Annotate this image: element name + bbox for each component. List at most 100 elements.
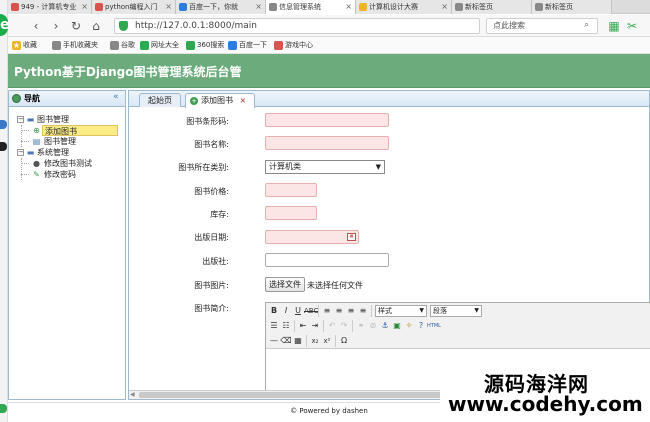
tab-favicon-icon: [455, 3, 463, 11]
tree-node-manage-books[interactable]: ▤ 图书管理: [9, 136, 125, 147]
price-input[interactable]: [265, 183, 317, 197]
browser-tab[interactable]: 计算机设计大赛 ×: [356, 0, 452, 14]
undo-icon[interactable]: ↶: [326, 320, 338, 332]
tree-node-system-management[interactable]: − ▬ 系统管理: [9, 147, 125, 158]
tree-node-edit-book-test[interactable]: ● 修改图书测试: [9, 158, 125, 169]
browser-tab[interactable]: 新标签页: [532, 0, 612, 14]
rail-app-icon[interactable]: [0, 120, 7, 129]
browser-search-box[interactable]: 点此搜索 ⌕: [486, 18, 598, 34]
reload-icon[interactable]: ↻: [68, 18, 84, 34]
bookmark-label: 手机收藏夹: [63, 41, 98, 49]
underline-icon[interactable]: U: [292, 305, 304, 317]
superscript-icon[interactable]: x²: [321, 335, 333, 347]
tree-node-add-book[interactable]: ⊕ 添加图书: [9, 125, 125, 136]
browser-tab-active[interactable]: 信息管理系统 ×: [266, 0, 356, 14]
browser-tab[interactable]: python编程入门 ×: [92, 0, 176, 14]
tab-close-icon[interactable]: ×: [441, 0, 448, 14]
browser-nav-bar: ‹ › ↻ ⌂ http://127.0.0.1:8000/main 点此搜索 …: [8, 15, 650, 37]
tab-close-icon[interactable]: ×: [81, 0, 88, 14]
tab-favicon-icon: [179, 3, 187, 11]
strikethrough-icon[interactable]: ABC: [304, 305, 318, 317]
add-icon: +: [190, 97, 198, 105]
rail-app-icon[interactable]: [0, 142, 7, 151]
scissors-icon[interactable]: ✂: [624, 18, 640, 34]
tab-add-book[interactable]: + 添加图书 ×: [185, 93, 256, 108]
bookmark-item[interactable]: 手机收藏夹: [52, 37, 98, 54]
tree-node-book-management[interactable]: − ▬ 图书管理: [9, 114, 125, 125]
grid-apps-icon[interactable]: ▦: [606, 18, 622, 34]
cleanup-icon[interactable]: ✧: [403, 320, 415, 332]
paragraph-select[interactable]: 段落 ▼: [430, 305, 482, 317]
numbered-list-icon[interactable]: ☷: [280, 320, 292, 332]
calendar-icon[interactable]: ▦: [347, 233, 356, 241]
tab-close-icon[interactable]: ×: [240, 96, 247, 105]
chevron-down-icon: ▼: [474, 307, 479, 314]
italic-icon[interactable]: I: [280, 305, 292, 317]
help-icon[interactable]: ?: [415, 320, 427, 332]
style-select[interactable]: 样式 ▼: [375, 305, 427, 317]
html-source-icon[interactable]: HTML: [427, 320, 441, 332]
unlink-icon[interactable]: ⊘: [367, 320, 379, 332]
search-placeholder: 点此搜索: [493, 21, 525, 30]
rail-app-icon[interactable]: [0, 404, 7, 413]
tree-node-label: 添加图书: [42, 125, 118, 136]
book-name-input[interactable]: [265, 136, 389, 150]
tree-node-label: 图书管理: [37, 115, 69, 124]
align-center-icon[interactable]: ≡: [333, 305, 345, 317]
redo-icon[interactable]: ↷: [338, 320, 350, 332]
pubdate-input[interactable]: ▦: [265, 230, 359, 244]
tab-close-icon[interactable]: ×: [345, 0, 352, 14]
search-icon[interactable]: ⌕: [584, 20, 589, 30]
subscript-icon[interactable]: x₂: [309, 335, 321, 347]
special-char-icon[interactable]: Ω: [338, 335, 350, 347]
tree-toggle-icon[interactable]: −: [17, 149, 24, 156]
tree-toggle-icon[interactable]: −: [17, 116, 24, 123]
align-justify-icon[interactable]: ≡: [357, 305, 369, 317]
bullet-list-icon[interactable]: ☰: [268, 320, 280, 332]
back-icon[interactable]: ‹: [28, 18, 44, 34]
anchor-icon[interactable]: ⚓: [379, 320, 391, 332]
category-select[interactable]: 计算机类 ▼: [265, 160, 385, 174]
bookmark-item[interactable]: ★ 收藏: [12, 37, 37, 54]
align-left-icon[interactable]: ≡: [321, 305, 333, 317]
browser-tab[interactable]: 新标签页: [452, 0, 532, 14]
horizontal-rule-icon[interactable]: —: [268, 335, 280, 347]
tab-close-icon[interactable]: ×: [165, 0, 172, 14]
tree-node-label: 修改密码: [44, 170, 76, 179]
image-icon[interactable]: ▣: [391, 320, 403, 332]
stock-input[interactable]: [265, 206, 317, 220]
bookmark-item[interactable]: 游戏中心: [274, 37, 313, 54]
indent-icon[interactable]: ⇥: [309, 320, 321, 332]
bookmark-label: 360搜索: [197, 41, 225, 49]
tab-close-icon[interactable]: ×: [255, 0, 262, 14]
address-bar[interactable]: http://127.0.0.1:8000/main: [114, 18, 480, 34]
security-shield-icon: [119, 21, 128, 31]
main-panel: 起始页 + 添加图书 × 图书条形码: 图书名称: 图书所在类别: 计算机类 ▼…: [128, 90, 650, 400]
tab-start-page[interactable]: 起始页: [139, 93, 181, 107]
browser-tab[interactable]: 949 - 计算机专业 ×: [8, 0, 92, 14]
tab-favicon-icon: [95, 3, 103, 11]
bookmark-item[interactable]: 谷歌: [110, 37, 135, 54]
home-icon[interactable]: ⌂: [88, 18, 104, 34]
choose-file-button[interactable]: 选择文件: [265, 277, 305, 292]
barcode-input[interactable]: [265, 113, 389, 127]
publisher-input[interactable]: [265, 253, 389, 267]
link-icon[interactable]: ⚭: [355, 320, 367, 332]
table-icon[interactable]: ▦: [292, 335, 304, 347]
outdent-icon[interactable]: ⇤: [297, 320, 309, 332]
bookmark-item[interactable]: 百度一下: [228, 37, 267, 54]
forward-icon[interactable]: ›: [48, 18, 64, 34]
bookmark-item[interactable]: 网址大全: [140, 37, 179, 54]
tab-favicon-icon: [535, 3, 543, 11]
browser-tab[interactable]: 百度一下，你就 ×: [176, 0, 266, 14]
tab-label: 起始页: [148, 96, 172, 105]
address-url: http://127.0.0.1:8000/main: [135, 21, 257, 31]
bookmark-label: 收藏: [23, 41, 37, 49]
bold-icon[interactable]: B: [268, 305, 280, 317]
remove-format-icon[interactable]: ⌫: [280, 335, 292, 347]
collapse-icon[interactable]: «: [113, 92, 119, 102]
align-right-icon[interactable]: ≡: [345, 305, 357, 317]
tree-node-change-password[interactable]: ✎ 修改密码: [9, 169, 125, 180]
bookmark-item[interactable]: 360搜索: [186, 37, 224, 54]
scroll-left-icon[interactable]: ◀: [130, 391, 135, 398]
